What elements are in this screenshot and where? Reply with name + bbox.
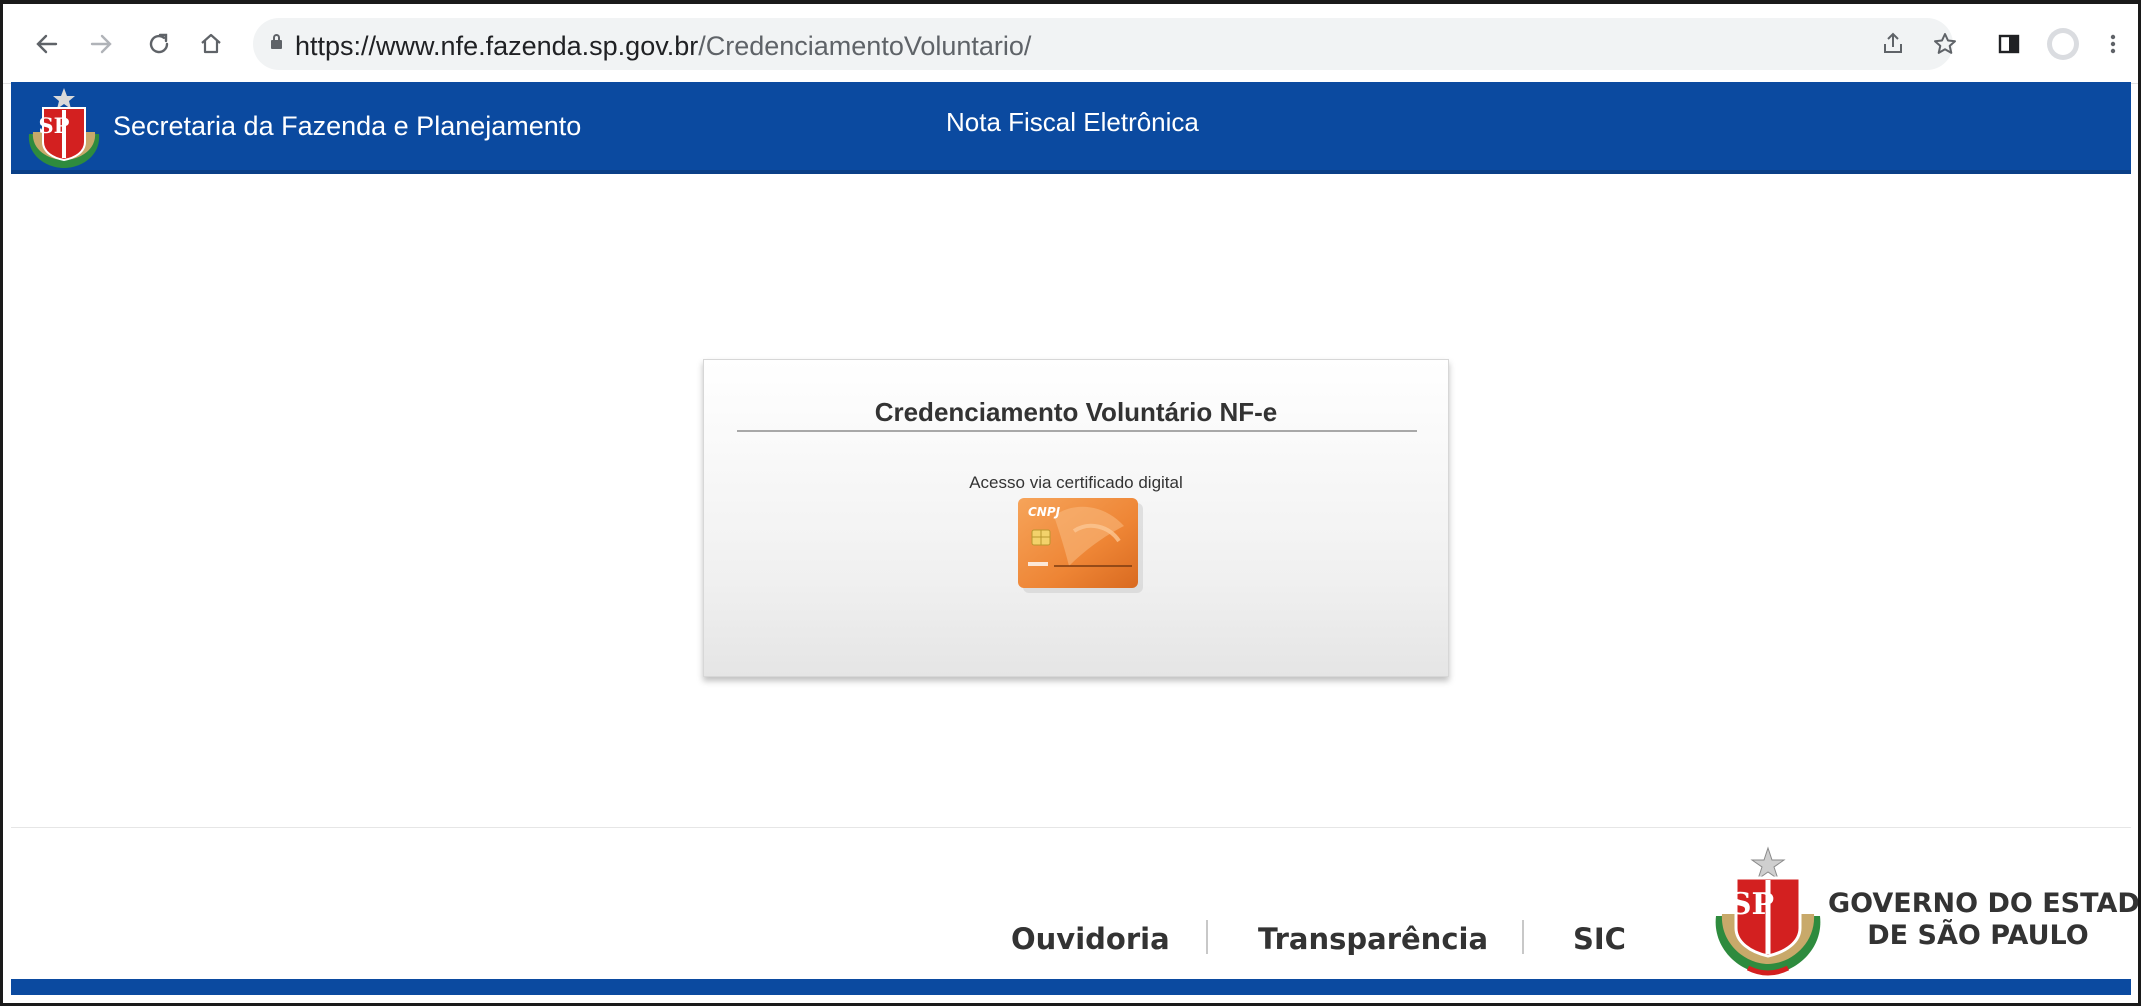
footer-link-transparencia[interactable]: Transparência — [1258, 922, 1488, 962]
svg-text:SP: SP — [39, 113, 70, 138]
title-divider — [737, 430, 1417, 432]
login-subtitle: Acesso via certificado digital — [969, 473, 1183, 492]
side-panel-icon[interactable] — [1989, 24, 2029, 64]
government-title: GOVERNO DO ESTADO DE SÃO PAULO — [1828, 888, 2141, 952]
forward-icon[interactable] — [81, 24, 121, 64]
reload-icon[interactable] — [139, 24, 179, 64]
star-icon[interactable] — [1925, 24, 1965, 64]
browser-toolbar: https://www.nfe.fazenda.sp.gov.br/Creden… — [3, 4, 2138, 84]
government-title-line2: DE SÃO PAULO — [1867, 920, 2089, 951]
footer-link-ouvidoria[interactable]: Ouvidoria — [1011, 922, 1170, 962]
share-icon[interactable] — [1873, 24, 1913, 64]
login-title: Credenciamento Voluntário NF-e — [874, 397, 1278, 427]
footer-bar — [11, 979, 2131, 995]
login-panel: Credenciamento Voluntário NF-e Acesso vi… — [703, 359, 1449, 677]
system-title: Nota Fiscal Eletrônica — [946, 107, 1199, 137]
svg-text:SP: SP — [1730, 887, 1774, 922]
svg-text:CNPJ: CNPJ — [1028, 505, 1061, 519]
digital-certificate-card-icon[interactable]: CNPJ — [1014, 496, 1144, 594]
sp-crest-logo[interactable]: SP — [21, 86, 107, 172]
home-icon[interactable] — [191, 24, 231, 64]
government-title-line1: GOVERNO DO ESTADO — [1828, 888, 2141, 919]
menu-icon[interactable] — [2093, 24, 2133, 64]
footer-link-sic[interactable]: SIC — [1573, 922, 1626, 962]
site-header: SP Secretaria da Fazenda e Planejamento … — [11, 82, 2131, 174]
lock-icon[interactable] — [271, 34, 282, 49]
profile-icon[interactable] — [2043, 24, 2083, 64]
governo-sp-crest-logo[interactable]: SP — [1708, 846, 1828, 980]
url-text[interactable]: https://www.nfe.fazenda.sp.gov.br/Creden… — [295, 31, 1031, 61]
footer-divider — [11, 827, 2131, 828]
footer-separator — [1206, 920, 1208, 954]
browser-window: https://www.nfe.fazenda.sp.gov.br/Creden… — [0, 0, 2141, 1006]
url-host: https://www.nfe.fazenda.sp.gov.br — [295, 31, 699, 61]
footer-separator — [1522, 920, 1524, 954]
agency-title: Secretaria da Fazenda e Planejamento — [113, 111, 582, 141]
url-path: /CredenciamentoVoluntario/ — [698, 31, 1032, 61]
back-icon[interactable] — [27, 24, 67, 64]
